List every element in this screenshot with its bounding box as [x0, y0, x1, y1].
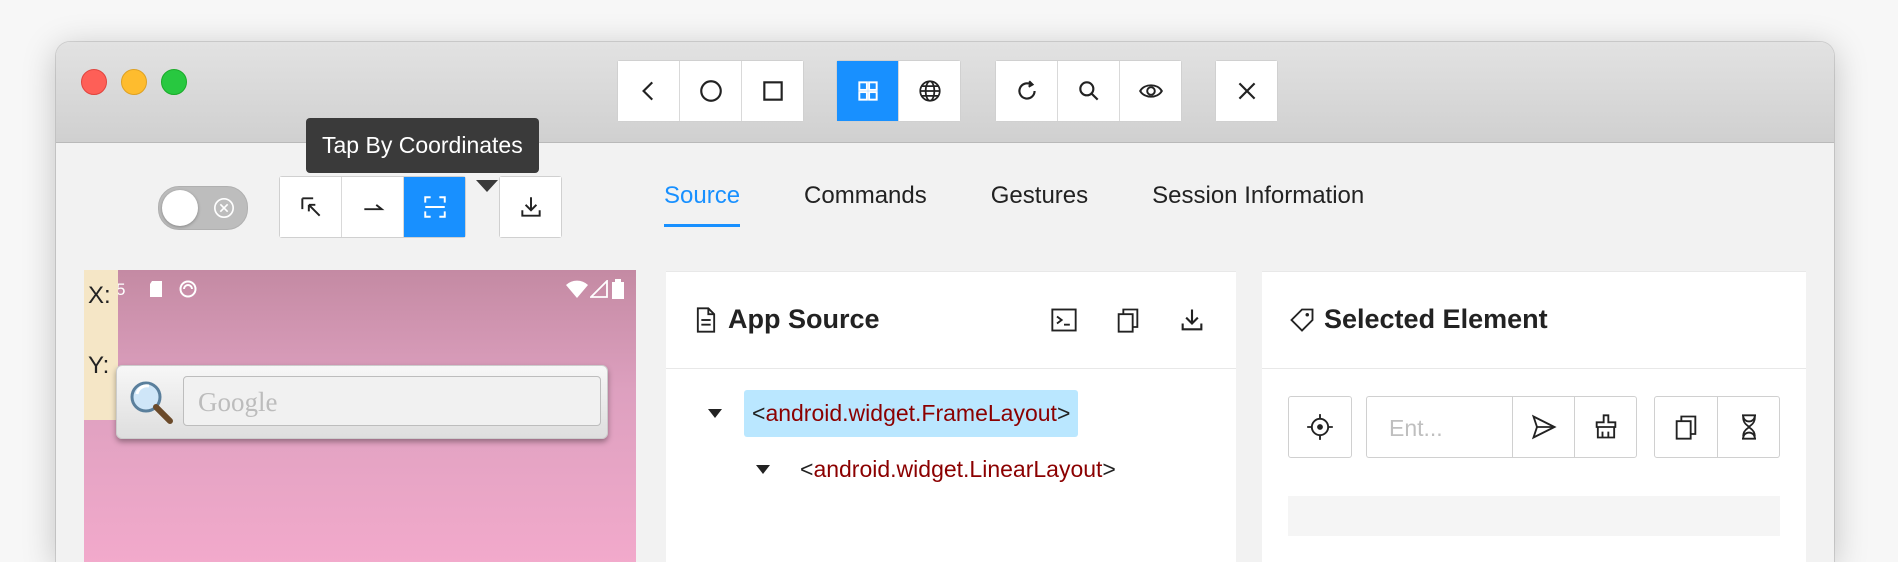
tree-node-tag[interactable]: <android.widget.FrameLayout>: [744, 390, 1079, 437]
clear-element-button[interactable]: [1574, 396, 1637, 458]
magnifier-icon: [130, 381, 173, 424]
coord-y-label: Y:: [88, 352, 110, 379]
device-status-bar: 5: [84, 270, 636, 308]
tap-by-coordinates-button[interactable]: [404, 177, 465, 237]
close-circle-icon: [214, 198, 234, 218]
home-circle-icon: [699, 80, 722, 102]
tree-node-linear-layout[interactable]: <android.widget.LinearLayout>: [756, 446, 1124, 493]
swipe-arrow-icon: [363, 204, 384, 211]
web-mode-button[interactable]: [899, 61, 960, 121]
selected-element-title: Selected Element: [1288, 304, 1548, 335]
cell-signal-icon: [590, 280, 608, 298]
download-screenshot-button[interactable]: [500, 177, 561, 237]
tree-node-tag[interactable]: <android.widget.LinearLayout>: [792, 446, 1124, 493]
download-icon: [520, 197, 541, 217]
refresh-icon: [1017, 80, 1036, 100]
close-window-button[interactable]: [81, 69, 107, 95]
expand-caret-icon[interactable]: [756, 465, 770, 474]
download-screenshot-group: [499, 176, 562, 238]
copy-icon[interactable]: [1114, 306, 1142, 334]
minimize-window-button[interactable]: [121, 69, 147, 95]
clear-broom-icon: [1595, 414, 1616, 439]
app-source-title-text: App Source: [728, 304, 880, 334]
close-icon: [1238, 82, 1255, 100]
hourglass-icon: [1741, 414, 1756, 440]
crosshair-icon: [1307, 414, 1333, 440]
search-button[interactable]: [1058, 61, 1120, 121]
device-screenshot[interactable]: 5 X: Y: Google: [84, 270, 636, 562]
app-window: Source Commands Gestures Session Informa…: [56, 42, 1834, 562]
file-text-icon: [696, 306, 716, 333]
show-attributes-toggle[interactable]: [158, 186, 248, 230]
copy-icon: [1675, 415, 1697, 440]
interaction-mode-group: [279, 176, 466, 238]
attributes-table-header: [1288, 496, 1780, 536]
home-button[interactable]: [680, 61, 742, 121]
square-icon: [762, 81, 783, 101]
back-button[interactable]: [618, 61, 680, 121]
tap-coordinates-icon: [423, 196, 446, 218]
back-icon: [641, 81, 653, 101]
app-switch-button[interactable]: [742, 61, 803, 121]
selected-element-title-text: Selected Element: [1324, 304, 1548, 334]
app-source-title: App Source: [692, 304, 880, 335]
app-source-header: App Source: [666, 272, 1236, 369]
app-source-panel: App Source <android.widget.FrameLayout> …: [666, 271, 1236, 562]
send-keys-input[interactable]: Ent...: [1366, 396, 1512, 458]
swipe-by-coordinates-button[interactable]: [342, 177, 404, 237]
recording-button[interactable]: [1120, 61, 1181, 121]
tap-element-button[interactable]: [1288, 396, 1352, 458]
google-search-widget[interactable]: Google: [116, 365, 608, 439]
globe-icon: [918, 80, 941, 102]
quit-session-button[interactable]: [1216, 61, 1277, 121]
tooltip-arrow: [476, 180, 498, 192]
inspector-tools-group: [995, 60, 1182, 122]
tab-session-information[interactable]: Session Information: [1152, 182, 1364, 227]
send-keys-button[interactable]: [1512, 396, 1575, 458]
battery-icon: [612, 279, 624, 299]
inspector-tabs: Source Commands Gestures Session Informa…: [664, 182, 1428, 227]
eye-icon: [1138, 84, 1163, 98]
search-icon: [1078, 81, 1098, 101]
select-elements-button[interactable]: [280, 177, 342, 237]
selected-element-header: Selected Element: [1262, 272, 1806, 369]
app-source-actions: [1050, 306, 1206, 334]
wifi-icon: [566, 280, 588, 298]
sd-card-icon: [150, 281, 162, 297]
tab-source[interactable]: Source: [664, 182, 741, 227]
get-timing-button[interactable]: [1717, 396, 1780, 458]
coordinates-overlay: X: Y:: [84, 270, 118, 420]
grid-icon: [857, 81, 878, 101]
download-icon[interactable]: [1178, 306, 1206, 334]
native-mode-button[interactable]: [837, 61, 899, 121]
coord-x-label: X:: [88, 282, 111, 309]
expand-caret-icon[interactable]: [708, 409, 722, 418]
tap-by-coordinates-tooltip: Tap By Coordinates: [306, 118, 539, 173]
zoom-window-button[interactable]: [161, 69, 187, 95]
toggle-knob: [162, 190, 198, 226]
google-search-field[interactable]: Google: [183, 376, 601, 426]
tree-node-frame-layout[interactable]: <android.widget.FrameLayout>: [708, 390, 1079, 437]
select-arrow-icon: [300, 197, 320, 217]
session-close-group: [1215, 60, 1278, 122]
context-mode-group: [836, 60, 961, 122]
sync-icon: [179, 280, 197, 298]
terminal-icon[interactable]: [1050, 306, 1078, 334]
device-nav-group: [617, 60, 804, 122]
send-icon: [1531, 414, 1557, 440]
tab-gestures[interactable]: Gestures: [991, 182, 1088, 227]
tab-commands[interactable]: Commands: [804, 182, 927, 227]
copy-attributes-button[interactable]: [1654, 396, 1718, 458]
refresh-button[interactable]: [996, 61, 1058, 121]
selected-element-panel: Selected Element Ent...: [1262, 271, 1806, 562]
tag-icon: [1290, 308, 1314, 332]
